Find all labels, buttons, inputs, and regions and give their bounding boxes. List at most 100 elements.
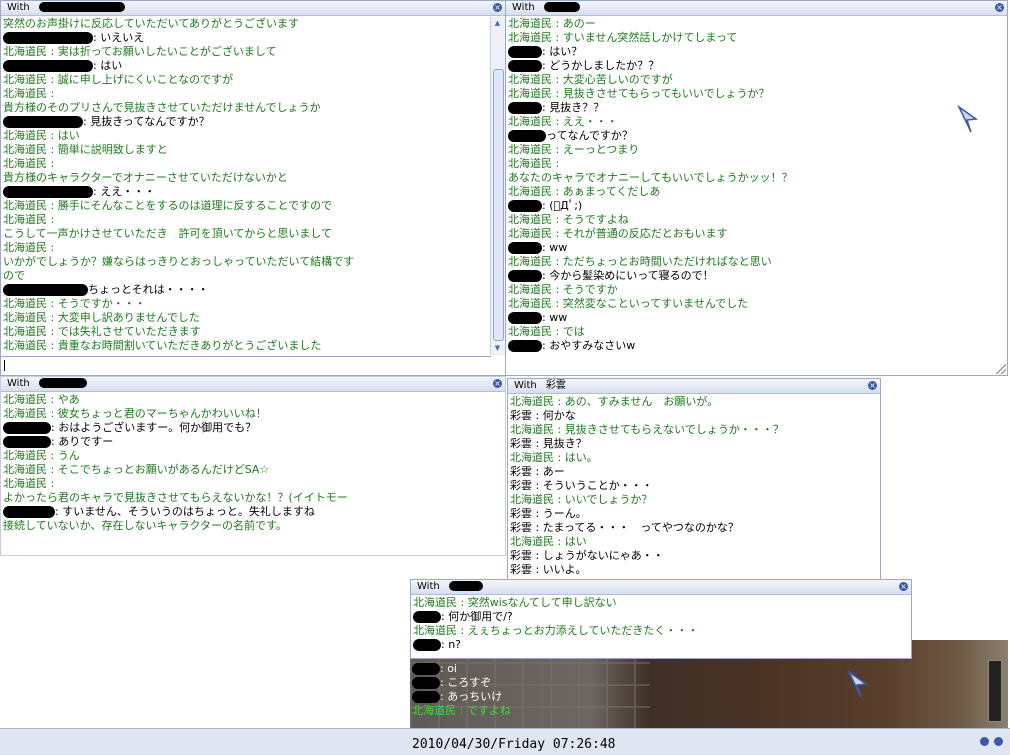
close-icon[interactable]: × (493, 379, 502, 388)
chat-text: : ええ・・・ (93, 185, 156, 198)
minimize-icon[interactable] (980, 737, 989, 746)
redacted-name (3, 116, 83, 128)
redacted-name (508, 60, 542, 72)
chat-text: 北海道民 : あぁまってくだしあ (508, 185, 661, 198)
chat-line: : はい？ (508, 45, 1007, 59)
chat-input[interactable] (1, 356, 491, 375)
game-chat-line: 北海道民 : ですよね (412, 704, 511, 718)
chat-text: 北海道民 : (3, 213, 55, 226)
redacted-name (508, 242, 542, 254)
chat-text: 接続していないか、存在しないキャラクターの名前です。 (3, 519, 287, 532)
chat-text: 北海道民 : 見抜きさせてもらえないでしょうか・・・？ (510, 423, 784, 436)
chat-line: 彩雲 : 見抜き？ (510, 437, 880, 451)
chat-line: 北海道民 : えぇちょっとお力添えしていただきたく・・・ (413, 624, 911, 638)
chat-window-4-titlebar[interactable]: With 彩雲 × (508, 379, 880, 394)
chat-text: ってなんですか？ (546, 129, 633, 142)
redacted-name (508, 46, 542, 58)
resize-handle[interactable] (996, 364, 1006, 374)
close-icon[interactable]: × (899, 582, 908, 591)
chat-window-1-titlebar[interactable]: With × (1, 1, 505, 16)
chat-text: : あっちいけ (440, 690, 503, 703)
chat-line: 北海道民 : 彼女ちょっと君のマーちゃんかわいいね！ (3, 407, 505, 421)
chat-log: 北海道民 : あの、すみません お願いが。 彩雲 : 何かな 北海道民 : 見抜きさ… (510, 395, 880, 579)
chat-line: : ええ・・・ (3, 185, 489, 199)
redacted-name (508, 312, 542, 324)
redacted-name (38, 378, 87, 388)
chat-text: 彩雲 : いいよ。 (510, 563, 587, 576)
chat-text: こうして一声かけさせていただき 許可を頂いてからと思いまして (3, 227, 333, 240)
chat-line: 北海道民 : いいでしょうか？ (510, 493, 880, 507)
chat-line: 北海道民 : そうですか (508, 283, 1007, 297)
chat-text: よかったら君のキャラで見抜きさせてもらえないかな！？(イイトモー (3, 491, 348, 504)
redacted-name (3, 436, 51, 448)
chat-line: 北海道民 : (3, 157, 489, 171)
chat-line: よかったら君のキャラで見抜きさせてもらえないかな！？(イイトモー (3, 491, 505, 505)
chat-window-4: With 彩雲 × 北海道民 : あの、すみません お願いが。 彩雲 : 何かな北… (507, 378, 881, 580)
redacted-name (3, 186, 93, 198)
chat-line: 北海道民 : 見抜きさせてもらってもいいでしょうか？ (508, 87, 1007, 101)
chat-line: 北海道民 : ただちょっとお時間いただければなと思い (508, 255, 1007, 269)
chat-line: 北海道民 : それが普通の反応だとおもいます (508, 227, 1007, 241)
chat-text: 北海道民 : やあ (3, 393, 80, 406)
chat-text: 貴方様のキャラクターでオナニーさせていただけないかと (3, 171, 288, 184)
game-chat-scrollbar[interactable] (988, 660, 1002, 722)
chat-text: : はい (93, 59, 123, 72)
chat-text: 突然のお声掛けに反応していただいてありがとうございます (3, 17, 300, 30)
close-icon[interactable] (994, 737, 1003, 746)
chat-log: 突然のお声掛けに反応していただいてありがとうございます: いえいえ北海道民 : … (3, 17, 489, 355)
chat-text: 北海道民 : 突然変なこといってすいませんでした (508, 297, 749, 310)
chat-text: 北海道民 : えーっとつまり (508, 143, 640, 156)
window-title: With (514, 380, 537, 391)
chat-line: 北海道民 : 見抜きさせてもらえないでしょうか・・・？ (510, 423, 880, 437)
chat-line: 北海道民 : そうですよね (508, 213, 1007, 227)
game-chat-line: : ころすぞ (412, 676, 491, 690)
chat-text: 北海道民 : あの、すみません お願いが。 (510, 395, 719, 408)
chat-text: 彩雲 : 何かな (510, 409, 576, 422)
close-icon[interactable]: × (493, 3, 502, 12)
chat-window-2-titlebar[interactable]: With × (506, 1, 1007, 16)
chat-text: 北海道民 : 突然wisなんてして申し訳ない (413, 596, 617, 609)
chat-text: あなたのキャラでオナニーしてもいいでしょうかッッ！？ (508, 171, 793, 184)
scrollbar[interactable]: ▲ ▼ (490, 17, 505, 355)
chat-text: : 見抜きってなんですか？ (83, 115, 210, 128)
chat-window-3: With × 北海道民 : やあ 北海道民 : 彼女ちょっと君のマーちゃんかわいい… (0, 376, 506, 556)
chat-text: 北海道民 : そうですか (508, 283, 618, 296)
chat-line: 北海道民 : はい (3, 129, 489, 143)
chat-text: 北海道民 : それが普通の反応だとおもいます (508, 227, 728, 240)
chat-line: 突然のお声掛けに反応していただいてありがとうございます (3, 17, 489, 31)
chat-window-5: With × 北海道民 : 突然wisなんてして申し訳ない: 何か御用で/? 北海… (410, 579, 912, 659)
chat-text: : ww (542, 241, 568, 254)
chat-line: : 何か御用で/? (413, 610, 911, 624)
chat-window-5-titlebar[interactable]: With × (411, 580, 911, 595)
chat-text: : いえいえ (93, 31, 145, 44)
scroll-down-icon[interactable]: ▼ (493, 344, 502, 353)
chat-text: いかがでしょうか？嫌ならはっきりとおっしゃっていただいて結構です (3, 255, 355, 268)
mouse-cursor-icon (957, 105, 979, 133)
chat-text: 彩雲 : たまってる・・・ ってやつなのかな？ (510, 521, 739, 534)
chat-line: : おはようございますー。何か御用でも？ (3, 421, 505, 435)
redacted-name (412, 691, 440, 703)
chat-line: : ww (508, 311, 1007, 325)
scroll-thumb[interactable] (493, 69, 504, 341)
chat-line: 北海道民 : では (508, 325, 1007, 339)
redacted-name (3, 60, 93, 72)
chat-text: : 見抜き？？ (542, 101, 605, 114)
chat-line: : (ﾟДﾟ;) (508, 199, 1007, 213)
chat-text: 北海道民 : (508, 157, 560, 170)
redacted-name (413, 611, 441, 623)
chat-line: : 見抜きってなんですか？ (3, 115, 489, 129)
scroll-up-icon[interactable]: ▲ (493, 19, 502, 28)
chat-line: 彩雲 : しょうがないにゃあ・・ (510, 549, 880, 563)
chat-line: 北海道民 : 突然wisなんてして申し訳ない (413, 596, 911, 610)
chat-line: 彩雲 : いいよ。 (510, 563, 880, 577)
chat-line: 北海道民 : 突然変なこといってすいませんでした (508, 297, 1007, 311)
chat-window-3-titlebar[interactable]: With × (1, 377, 505, 392)
chat-log: 北海道民 : あのー 北海道民 : すいません突然話しかけてしまって: はい？: … (508, 17, 1007, 375)
chat-text: 北海道民 : 誠に申し上げにくいことなのですが (3, 73, 234, 86)
close-icon[interactable]: × (868, 381, 877, 390)
chat-text: 北海道民 : (3, 157, 55, 170)
chat-text: 北海道民 : 勝手にそんなことをするのは道理に反することですので (3, 199, 333, 212)
close-icon[interactable]: × (995, 3, 1004, 12)
chat-text: : (ﾟДﾟ;) (542, 199, 583, 212)
redacted-name (413, 639, 441, 651)
